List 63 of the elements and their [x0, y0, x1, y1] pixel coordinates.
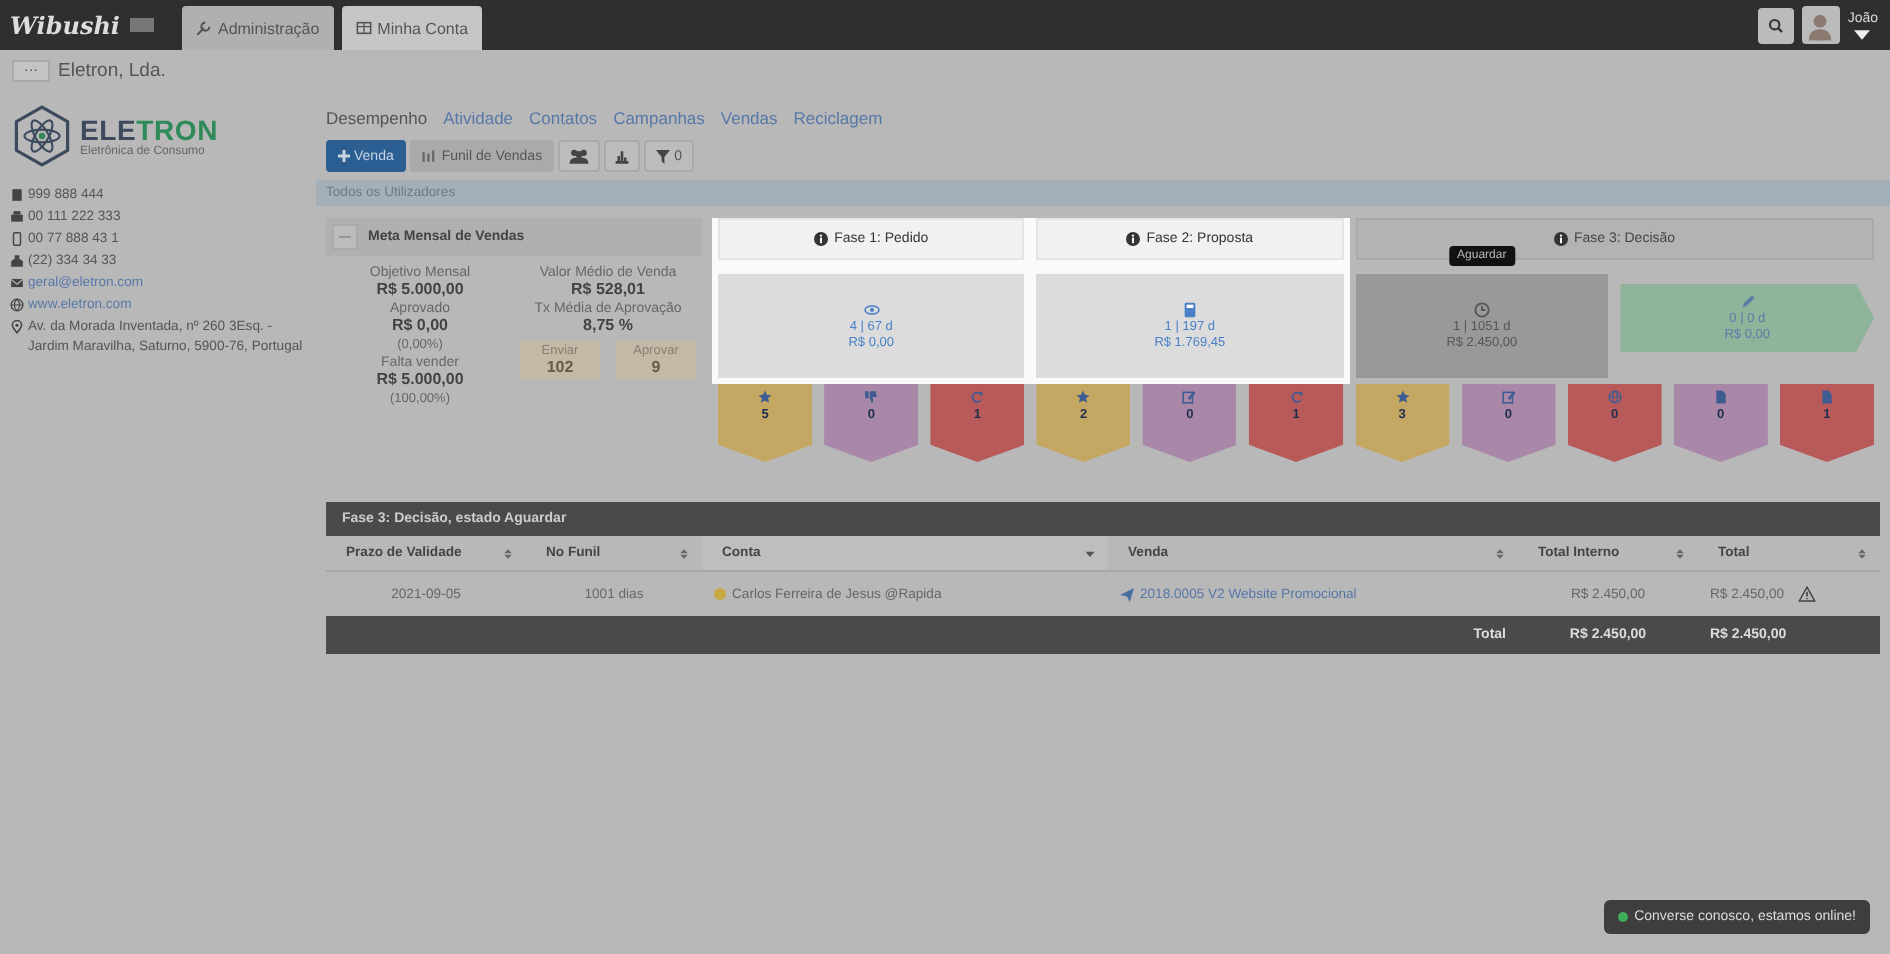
mobile-icon [10, 232, 24, 246]
bar-columns-icon [421, 149, 438, 163]
star-icon [758, 390, 773, 404]
sort-icon [1856, 547, 1868, 559]
document-icon [1713, 390, 1728, 404]
filter-icon [656, 149, 671, 163]
metric-value: R$ 5.000,00 [376, 280, 464, 298]
globe-icon [1607, 390, 1622, 404]
sort-icon [1674, 547, 1686, 559]
wrench-icon [195, 20, 212, 36]
sort-icon [678, 547, 690, 559]
building-icon [10, 254, 24, 268]
search-button[interactable] [1757, 7, 1794, 43]
clock-icon [1473, 302, 1490, 318]
atom-logo-icon [10, 102, 74, 170]
refresh-icon [970, 390, 985, 404]
document-icon [1819, 390, 1834, 404]
info-icon [1126, 232, 1141, 246]
star-icon [1395, 390, 1410, 404]
pencil-icon [1739, 294, 1756, 310]
section-tab[interactable]: Contatos [529, 108, 598, 128]
fax-icon [10, 210, 24, 224]
section-tab[interactable]: Vendas [720, 108, 778, 128]
sort-icon [1494, 547, 1506, 559]
mail-icon [10, 276, 24, 290]
refresh-icon [1289, 390, 1303, 404]
version-badge [129, 18, 154, 32]
team-button[interactable] [558, 140, 601, 172]
star-icon [1076, 390, 1091, 404]
user-avatar[interactable] [1801, 6, 1840, 44]
section-tab[interactable]: Desempenho [326, 108, 428, 128]
globe-icon [10, 298, 24, 312]
metric-value: R$ 0,00 [391, 316, 449, 334]
info-icon [1553, 232, 1568, 246]
top-tab[interactable]: Minha Conta [341, 6, 483, 50]
bar-chart-icon [614, 148, 631, 164]
metric-value: R$ 528,01 [571, 280, 645, 298]
top-tab[interactable]: Administração [181, 6, 334, 50]
edit-icon [1501, 390, 1516, 404]
metric-value: R$ 5.000,00 [376, 370, 464, 388]
location-pin-icon [10, 320, 24, 334]
search-icon [1767, 17, 1784, 33]
plus-icon [338, 150, 350, 162]
caret-icon[interactable] [1854, 29, 1871, 39]
table-icon [355, 20, 372, 36]
edit-icon [1182, 390, 1197, 404]
info-icon [814, 232, 829, 246]
phone-icon [10, 188, 24, 202]
account-name: Eletron, Lda. [58, 59, 166, 81]
chart-button[interactable] [604, 140, 641, 172]
section-tab[interactable]: Reciclagem [793, 108, 883, 128]
company-logo-name: ELETRON [80, 114, 219, 146]
app-logo[interactable]: Wibushi [10, 11, 120, 39]
calculator-icon [1181, 302, 1198, 318]
metric-value: 8,75 % [583, 316, 633, 334]
section-tab[interactable]: Campanhas [613, 108, 705, 128]
paper-plane-icon [1120, 587, 1134, 601]
thumbs-down-icon [864, 390, 879, 404]
section-tab[interactable]: Atividade [443, 108, 514, 128]
sort-icon [502, 547, 514, 559]
eye-icon [863, 302, 880, 318]
people-icon [568, 148, 591, 164]
sort-descending-icon [1084, 547, 1096, 559]
